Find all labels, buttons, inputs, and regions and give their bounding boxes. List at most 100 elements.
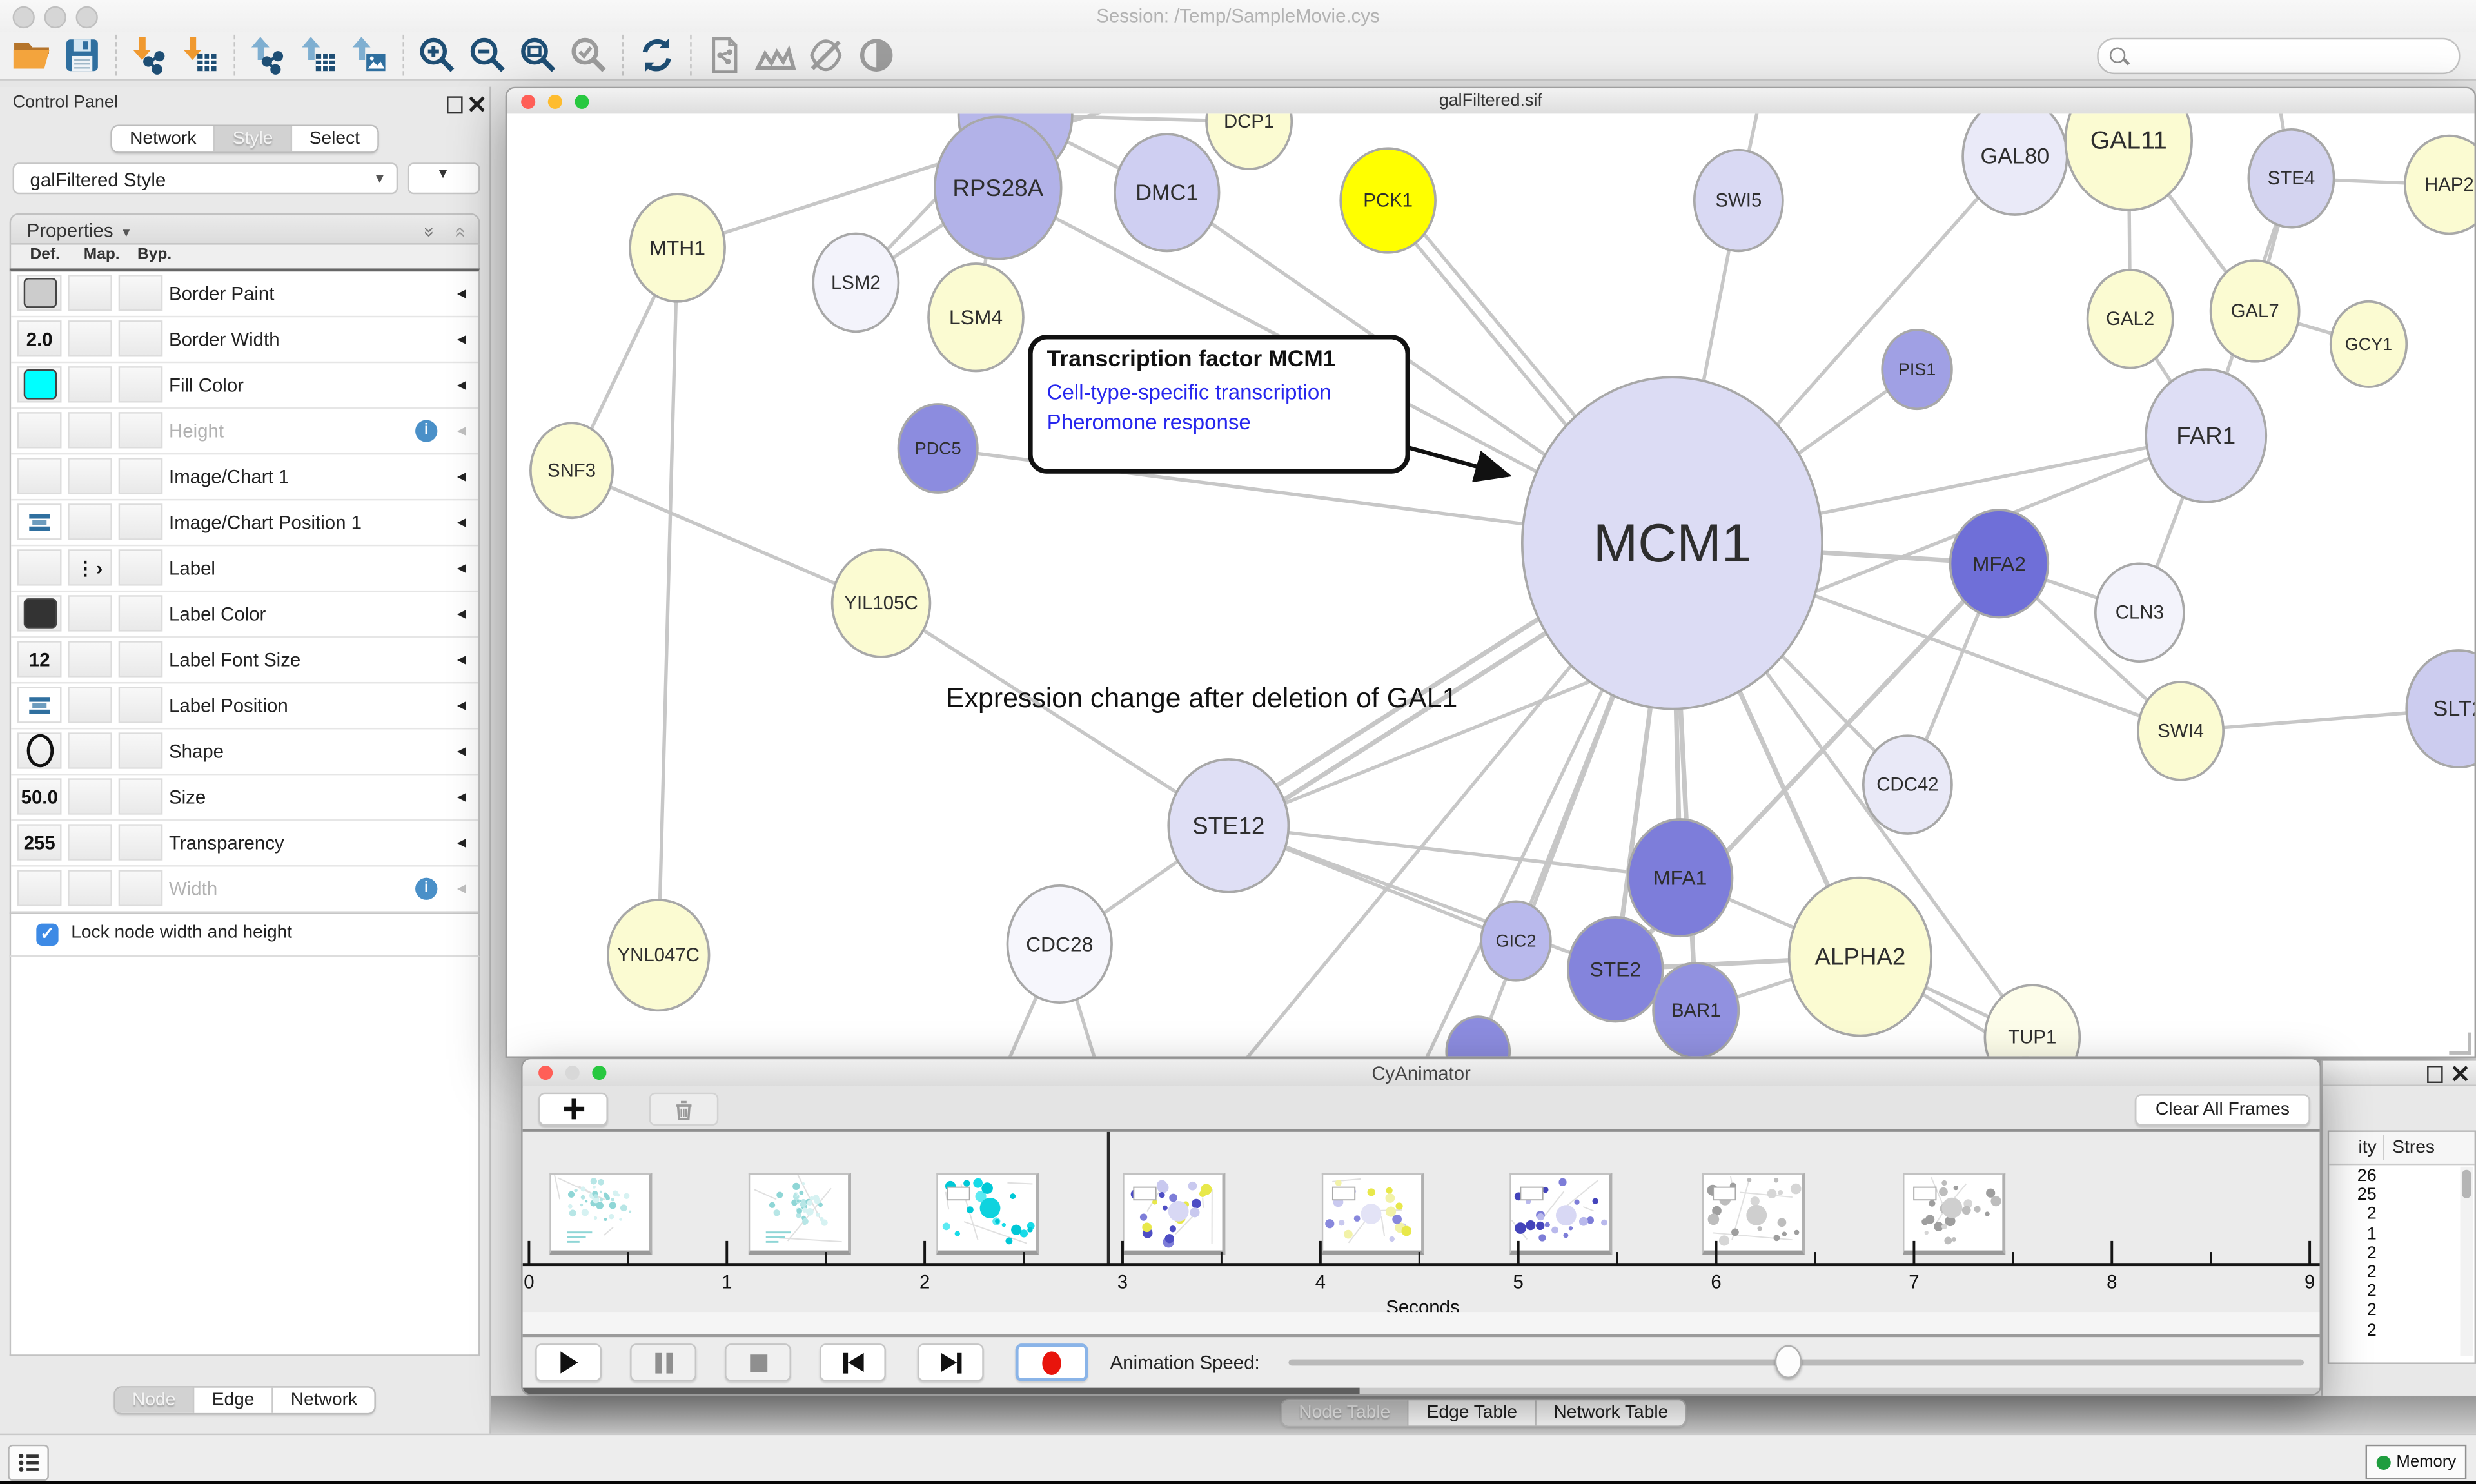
tab-network-table[interactable]: Network Table [1536,1400,1685,1425]
expand-arrow-icon[interactable]: ◂ [457,374,466,395]
property-row-size[interactable]: 50.0Size◂ [11,775,478,821]
property-row-fill-color[interactable]: Fill Color◂ [11,363,478,409]
property-row-image-chart-1[interactable]: Image/Chart 1◂ [11,454,478,500]
annotation-box[interactable]: Transcription factor MCM1 Cell-type-spec… [1028,335,1410,474]
table-row[interactable]: 2 [2329,1205,2452,1224]
table-row[interactable]: 25 [2329,1186,2452,1206]
table-header[interactable]: ity Stres [2329,1132,2474,1165]
node-GAL2[interactable]: GAL2 [2088,270,2173,368]
show-details-icon[interactable] [856,35,897,76]
def-cell[interactable] [17,549,62,585]
expand-arrow-icon[interactable]: ◂ [457,557,466,578]
node-PIS1[interactable]: PIS1 [1882,330,1952,409]
expand-arrow-icon[interactable]: ◂ [457,741,466,761]
map-cell[interactable] [68,687,112,723]
expand-arrow-icon[interactable]: ◂ [457,878,466,899]
node-LSM2[interactable]: LSM2 [813,233,898,331]
zoom-in-icon[interactable] [417,35,458,76]
overview-icon[interactable] [755,35,796,76]
node-GCY1[interactable]: GCY1 [2331,302,2407,387]
snapshot-icon[interactable] [704,35,745,76]
show-panels-button[interactable] [8,1445,49,1481]
def-cell[interactable]: 12 [17,641,62,677]
zoom-out-icon[interactable] [467,35,509,76]
refresh-icon[interactable] [636,35,678,76]
node-PCK1[interactable]: PCK1 [1341,148,1435,253]
import-table-icon[interactable] [180,35,221,76]
node-SNF3[interactable]: SNF3 [531,423,613,518]
close-panel-icon[interactable] [467,95,485,112]
properties-header[interactable]: Properties▾ » » [10,213,480,245]
node-STE4[interactable]: STE4 [2248,130,2334,228]
def-cell[interactable] [17,687,62,723]
node-TUP1[interactable]: TUP1 [1985,985,2079,1058]
export-table-icon[interactable] [299,35,340,76]
expand-arrow-icon[interactable]: ◂ [457,282,466,303]
byp-cell[interactable] [119,824,163,860]
export-network-icon[interactable] [248,35,289,76]
collapse-all-icon[interactable]: » [443,227,475,237]
expand-arrow-icon[interactable]: ◂ [457,328,466,349]
node-HAP2[interactable]: HAP2 [2405,136,2475,234]
byp-cell[interactable] [119,870,163,906]
property-row-border-paint[interactable]: Border Paint◂ [11,271,478,317]
def-cell[interactable]: 50.0 [17,778,62,814]
expand-arrow-icon[interactable]: ◂ [457,511,466,532]
byp-cell[interactable] [119,595,163,631]
import-network-icon[interactable] [130,35,171,76]
expand-arrow-icon[interactable]: ◂ [457,420,466,440]
tab-node[interactable]: Node [115,1388,195,1413]
skip-to-start-button[interactable] [820,1343,886,1381]
property-row-shape[interactable]: Shape◂ [11,729,478,775]
node-GAL11[interactable]: GAL11 [2065,113,2192,210]
node-DMC1[interactable]: DMC1 [1115,134,1219,251]
expand-arrow-icon[interactable]: ◂ [457,832,466,853]
node-MFA1[interactable]: MFA1 [1628,819,1733,936]
byp-cell[interactable] [119,366,163,402]
slider-knob[interactable] [1775,1345,1802,1378]
table-scrollbar[interactable] [2461,1167,2473,1356]
map-cell[interactable] [68,458,112,494]
delete-frame-button[interactable] [649,1093,719,1126]
map-cell[interactable] [68,641,112,677]
node-CLN3[interactable]: CLN3 [2096,563,2184,661]
expand-all-icon[interactable]: » [415,227,446,237]
node-STE12[interactable]: STE12 [1168,759,1288,892]
skip-to-end-button[interactable] [918,1343,984,1381]
map-cell[interactable] [68,732,112,768]
memory-button[interactable]: Memory [2366,1445,2467,1479]
tab-network[interactable]: Network [112,126,215,151]
def-cell[interactable] [17,503,62,540]
float-panel-icon[interactable] [2427,1066,2442,1083]
table-row[interactable]: 2 [2329,1302,2452,1321]
table-row[interactable]: 26 [2329,1167,2452,1186]
play-button[interactable] [535,1343,602,1381]
node-GIC2[interactable]: GIC2 [1481,901,1551,980]
zoom-selected-icon[interactable] [569,35,610,76]
byp-cell[interactable] [119,458,163,494]
resize-grip[interactable] [2449,1033,2471,1055]
map-cell[interactable] [68,595,112,631]
network-canvas[interactable]: RPS28ADMC1DCP1LSM2LSM4MTH1SNF3PDC5PCK1SW… [507,113,2474,1057]
search-box[interactable] [2097,38,2460,74]
clear-all-frames-button[interactable]: Clear All Frames [2135,1094,2310,1126]
def-cell[interactable] [17,458,62,494]
property-row-image-chart-position-1[interactable]: Image/Chart Position 1◂ [11,500,478,546]
def-cell[interactable] [17,870,62,906]
tab-network-bottom[interactable]: Network [273,1388,375,1413]
property-row-label-position[interactable]: Label Position◂ [11,683,478,729]
node-MFA2[interactable]: MFA2 [1950,510,2048,618]
save-session-icon[interactable] [62,35,103,76]
node-MTH1[interactable]: MTH1 [630,194,725,302]
tab-style[interactable]: Style [215,126,292,151]
close-panel-icon[interactable] [2451,1064,2468,1082]
property-row-label[interactable]: ⋮›Label◂ [11,546,478,592]
map-cell[interactable] [68,778,112,814]
table-row[interactable]: 2 [2329,1282,2452,1302]
byp-cell[interactable] [119,778,163,814]
map-cell[interactable] [68,824,112,860]
table-row[interactable]: 2 [2329,1244,2452,1263]
node-ALPHA2[interactable]: ALPHA2 [1789,878,1931,1036]
node-BAR1[interactable]: BAR1 [1653,963,1738,1058]
style-selector[interactable]: galFiltered Style [13,162,398,194]
